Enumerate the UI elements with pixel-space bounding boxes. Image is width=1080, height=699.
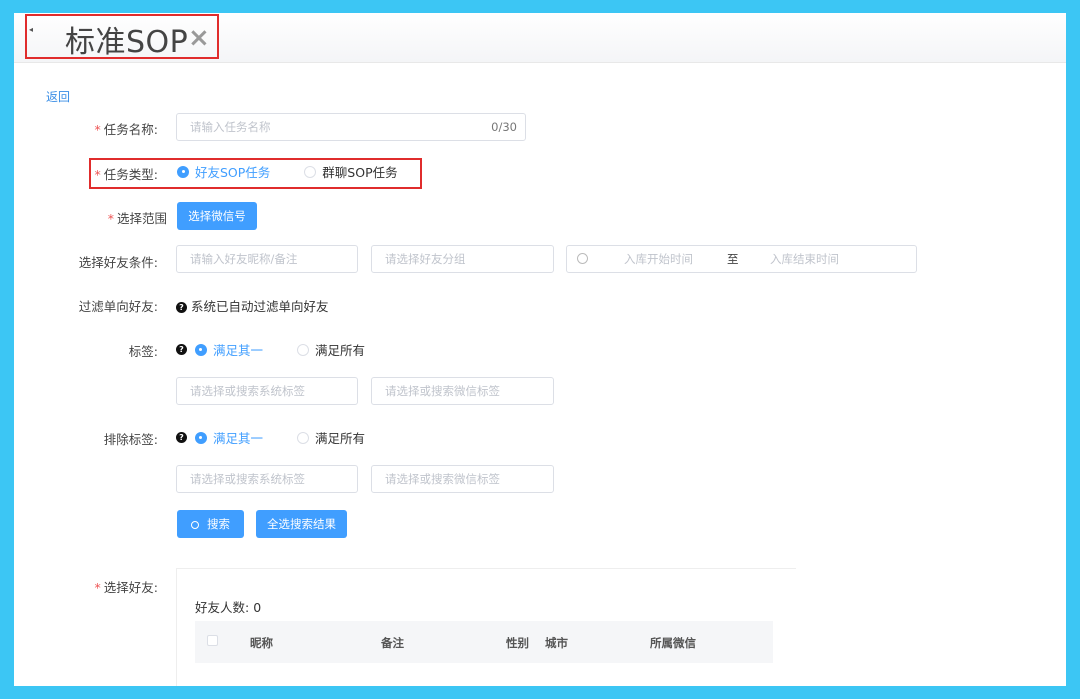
- radio-match-all[interactable]: 满足所有: [296, 340, 365, 359]
- task-name-input[interactable]: 请输入任务名称 0/30: [176, 113, 526, 141]
- friends-table-header: 昵称 备注 性别 城市 所属微信: [195, 621, 773, 663]
- col-city: 城市: [545, 636, 568, 650]
- question-icon: ?: [176, 432, 187, 443]
- friend-count: 好友人数: 0: [195, 600, 262, 615]
- radio-match-any[interactable]: 满足其一: [194, 340, 263, 359]
- radio-unchecked-icon: [296, 431, 309, 444]
- tags-radio-group: ? 满足其一 满足所有: [176, 340, 395, 359]
- task-type-highlight-box: [89, 158, 422, 189]
- wechat-tag-select[interactable]: 请选择或搜索微信标签: [371, 377, 554, 405]
- tags-label: 标签:: [128, 344, 158, 359]
- sop-page: ◂ 标准SOP × 返回 * 任务名称: 请输入任务名称 0/30 * 任务类型: …: [14, 13, 1066, 686]
- radio-checked-icon: [194, 431, 207, 444]
- filter-single-label: 过滤单向好友:: [78, 299, 158, 314]
- title-highlight-box: [25, 14, 219, 59]
- task-name-label: * 任务名称:: [94, 122, 158, 137]
- date-end-input[interactable]: 入库结束时间: [770, 246, 839, 272]
- back-link[interactable]: 返回: [46, 88, 70, 105]
- nickname-input[interactable]: 请输入好友昵称/备注: [176, 245, 358, 273]
- select-all-results-button[interactable]: 全选搜索结果: [256, 510, 347, 538]
- radio-checked-icon: [194, 343, 207, 356]
- system-tag-select[interactable]: 请选择或搜索系统标签: [176, 377, 358, 405]
- exclude-system-tag-select[interactable]: 请选择或搜索系统标签: [176, 465, 358, 493]
- char-counter: 0/30: [491, 120, 517, 134]
- col-owner-wechat: 所属微信: [650, 636, 696, 650]
- date-range-picker[interactable]: 入库开始时间 至 入库结束时间: [566, 245, 917, 273]
- col-nickname: 昵称: [250, 636, 273, 650]
- date-start-input[interactable]: 入库开始时间: [624, 246, 693, 272]
- exclude-tags-label: 排除标签:: [103, 432, 158, 447]
- scope-label: * 选择范围: [107, 211, 167, 226]
- exclude-wechat-tag-select[interactable]: 请选择或搜索微信标签: [371, 465, 554, 493]
- friend-condition-label: 选择好友条件:: [78, 255, 158, 270]
- exclude-tags-radio-group: ? 满足其一 满足所有: [176, 428, 395, 447]
- radio-exclude-match-any[interactable]: 满足其一: [194, 428, 263, 447]
- select-friends-label: * 选择好友:: [94, 580, 158, 595]
- question-icon: ?: [176, 302, 187, 313]
- radio-exclude-match-all[interactable]: 满足所有: [296, 428, 365, 447]
- date-separator: 至: [727, 252, 739, 266]
- search-icon: [191, 520, 199, 529]
- filter-single-text: ? 系统已自动过滤单向好友: [176, 296, 329, 315]
- friend-group-select[interactable]: 请选择好友分组: [371, 245, 554, 273]
- search-button[interactable]: 搜索: [177, 510, 244, 538]
- select-wechat-button[interactable]: 选择微信号: [177, 202, 257, 230]
- question-icon: ?: [176, 344, 187, 355]
- col-remark: 备注: [381, 636, 404, 650]
- radio-unchecked-icon: [296, 343, 309, 356]
- select-all-checkbox[interactable]: [207, 635, 218, 646]
- clock-icon: [577, 253, 588, 264]
- col-gender: 性别: [506, 636, 529, 650]
